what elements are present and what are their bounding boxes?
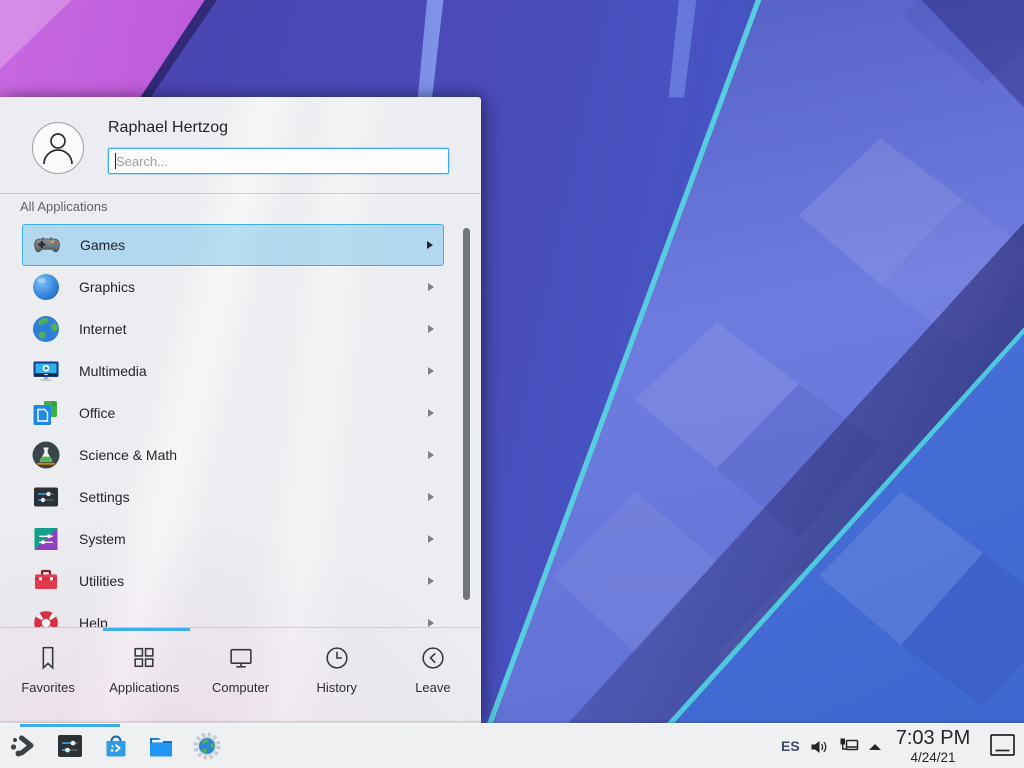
submenu-arrow-icon <box>428 409 434 417</box>
category-label: Utilities <box>79 573 124 589</box>
flask-icon <box>30 439 62 471</box>
category-item-multimedia[interactable]: Multimedia <box>22 350 444 392</box>
category-item-graphics[interactable]: Graphics <box>22 266 444 308</box>
application-launcher-menu: Raphael Hertzog All Applications Games <box>0 97 481 723</box>
category-label: Multimedia <box>79 363 147 379</box>
grid-icon <box>130 644 158 672</box>
category-label: Graphics <box>79 279 135 295</box>
task-konqueror[interactable] <box>191 730 223 762</box>
submenu-arrow-icon <box>428 325 434 333</box>
graphics-sphere-icon <box>30 271 62 303</box>
category-item-system[interactable]: System <box>22 518 444 560</box>
category-label: Internet <box>79 321 126 337</box>
submenu-arrow-icon <box>427 241 433 249</box>
network-tray-button[interactable] <box>838 736 860 758</box>
active-task-indicator <box>20 724 120 727</box>
clock-icon <box>323 644 351 672</box>
category-item-office[interactable]: Office <box>22 392 444 434</box>
category-item-science-math[interactable]: Science & Math <box>22 434 444 476</box>
task-dolphin[interactable] <box>145 730 177 762</box>
digital-clock[interactable]: 7:03 PM 4/24/21 <box>889 726 977 766</box>
expand-tray-button[interactable] <box>866 738 888 760</box>
leave-icon <box>419 644 447 672</box>
dolphin-folder-icon <box>145 730 177 762</box>
system-sliders-icon <box>30 523 62 555</box>
clock-time: 7:03 PM <box>889 726 977 750</box>
submenu-arrow-icon <box>428 493 434 501</box>
documents-icon <box>30 397 62 429</box>
category-item-utilities[interactable]: Utilities <box>22 560 444 602</box>
category-label: Science & Math <box>79 447 177 463</box>
search-input[interactable] <box>108 148 449 174</box>
tab-label: History <box>316 680 356 695</box>
monitor-play-icon <box>30 355 62 387</box>
submenu-arrow-icon <box>428 283 434 291</box>
submenu-arrow-icon <box>428 451 434 459</box>
header-divider <box>0 193 481 194</box>
user-name: Raphael Hertzog <box>108 119 228 137</box>
keyboard-layout-indicator[interactable]: ES <box>781 738 800 754</box>
section-label: All Applications <box>20 199 107 214</box>
category-label: System <box>79 531 126 547</box>
tab-label: Favorites <box>21 680 74 695</box>
tabbar-divider <box>0 627 481 628</box>
gamepad-icon <box>31 229 63 261</box>
expand-tray-arrow-icon <box>866 738 884 756</box>
clock-date: 4/24/21 <box>889 750 977 766</box>
submenu-arrow-icon <box>428 535 434 543</box>
category-label: Help <box>79 615 108 627</box>
category-item-games[interactable]: Games <box>22 224 444 266</box>
category-label: Games <box>80 237 125 253</box>
submenu-arrow-icon <box>428 577 434 585</box>
show-desktop-icon <box>988 732 1017 760</box>
tab-history[interactable]: History <box>289 631 385 723</box>
show-desktop-button[interactable] <box>988 732 1017 760</box>
category-label: Settings <box>79 489 130 505</box>
application-launcher-button[interactable] <box>8 730 40 762</box>
tab-label: Computer <box>212 680 269 695</box>
discover-bag-icon <box>100 730 132 762</box>
system-settings-icon <box>54 730 86 762</box>
kde-launcher-icon <box>8 730 40 762</box>
volume-tray-button[interactable] <box>808 736 830 758</box>
globe-gear-icon <box>191 730 223 762</box>
text-caret <box>115 153 116 169</box>
list-scrollbar[interactable] <box>463 228 470 600</box>
tab-label: Leave <box>415 680 450 695</box>
user-icon <box>33 123 83 173</box>
category-list: Games Graphics Internet <box>0 222 481 627</box>
tab-applications[interactable]: Applications <box>96 631 192 723</box>
kickoff-tabbar: Favorites Applications Computer History <box>0 631 481 723</box>
toolbox-icon <box>30 565 62 597</box>
task-discover[interactable] <box>100 730 132 762</box>
submenu-arrow-icon <box>428 367 434 375</box>
sliders-icon <box>30 481 62 513</box>
taskbar-panel: ES 7:03 PM 4/24/21 <box>0 723 1024 768</box>
tab-computer[interactable]: Computer <box>192 631 288 723</box>
submenu-arrow-icon <box>428 619 434 627</box>
volume-icon <box>808 736 830 758</box>
category-item-internet[interactable]: Internet <box>22 308 444 350</box>
user-avatar[interactable] <box>32 122 84 174</box>
bookmark-icon <box>34 644 62 672</box>
category-item-settings[interactable]: Settings <box>22 476 444 518</box>
globe-icon <box>30 313 62 345</box>
tab-label: Applications <box>109 680 179 695</box>
category-label: Office <box>79 405 115 421</box>
category-item-help[interactable]: Help <box>22 602 444 627</box>
computer-icon <box>227 644 255 672</box>
lifebuoy-icon <box>30 607 62 627</box>
tab-favorites[interactable]: Favorites <box>0 631 96 723</box>
network-icon <box>838 736 860 758</box>
tab-leave[interactable]: Leave <box>385 631 481 723</box>
task-system-settings[interactable] <box>54 730 86 762</box>
